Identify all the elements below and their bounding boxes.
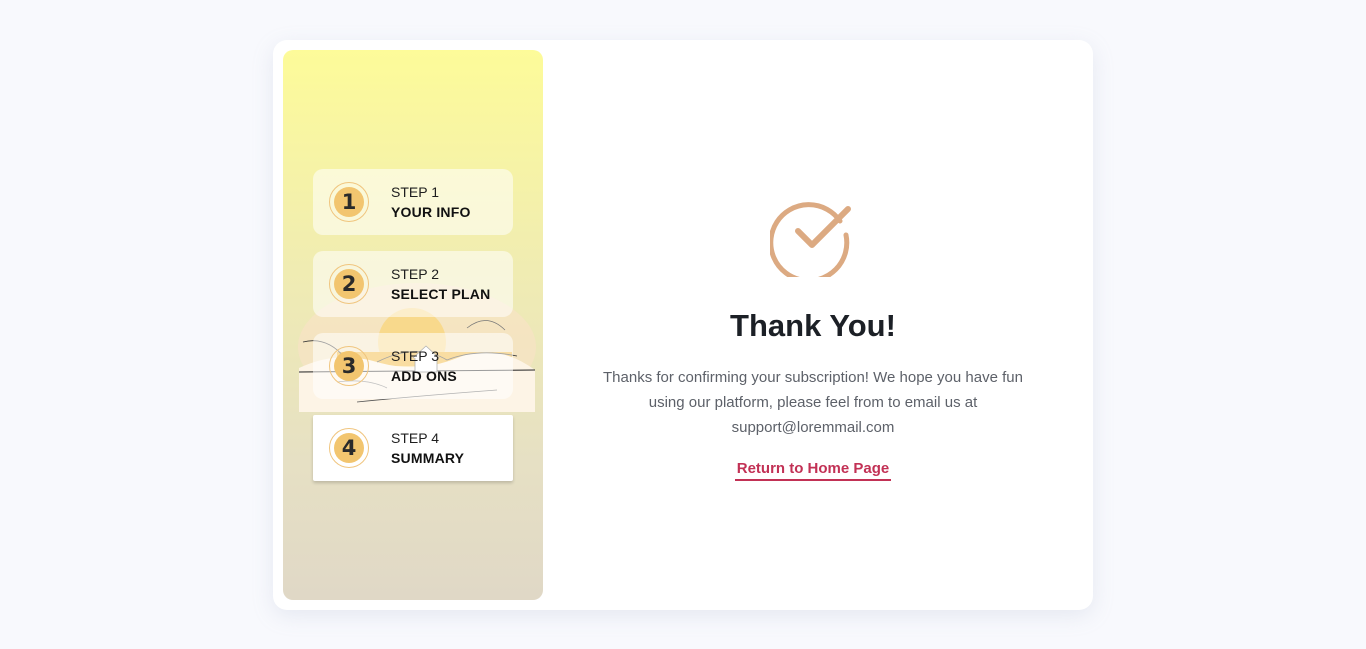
step-number-badge: 2 [329, 264, 369, 304]
step-label: STEP 4 [391, 430, 439, 446]
step-number: 4 [334, 433, 364, 463]
step-title: ADD ONS [391, 368, 457, 384]
step-label: STEP 3 [391, 348, 439, 364]
step-number: 3 [334, 351, 364, 381]
steps-sidebar: 1 STEP 1 YOUR INFO 2 STEP 2 SELECT PLAN … [283, 50, 543, 600]
step-item-2[interactable]: 2 STEP 2 SELECT PLAN [313, 251, 513, 317]
step-title: YOUR INFO [391, 204, 471, 220]
step-item-3[interactable]: 3 STEP 3 ADD ONS [313, 333, 513, 399]
step-item-1[interactable]: 1 STEP 1 YOUR INFO [313, 169, 513, 235]
form-card: 1 STEP 1 YOUR INFO 2 STEP 2 SELECT PLAN … [273, 40, 1093, 610]
return-home-link[interactable]: Return to Home Page [735, 460, 891, 481]
confirmation-message: Thanks for confirming your subscription!… [603, 369, 1023, 436]
step-number: 2 [334, 269, 364, 299]
step-number-badge: 4 [329, 428, 369, 468]
step-title: SELECT PLAN [391, 286, 491, 302]
step-label: STEP 2 [391, 266, 439, 282]
step-number-badge: 1 [329, 182, 369, 222]
step-title: SUMMARY [391, 450, 465, 466]
page-title: Thank You! [730, 308, 896, 343]
confirmation-panel: Thank You! Thanks for confirming your su… [543, 40, 1093, 610]
step-label: STEP 1 [391, 184, 439, 200]
check-circle-icon [770, 202, 851, 277]
step-number: 1 [334, 187, 364, 217]
step-number-badge: 3 [329, 346, 369, 386]
step-item-4[interactable]: 4 STEP 4 SUMMARY [313, 415, 513, 481]
